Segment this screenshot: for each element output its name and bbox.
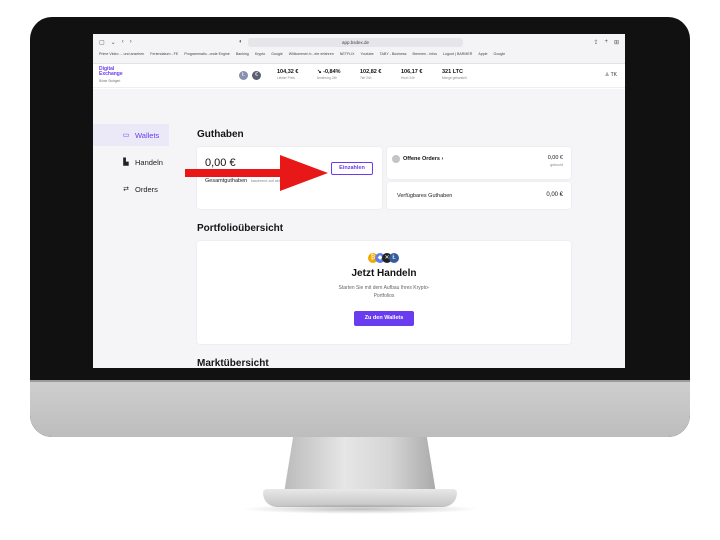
ticker-value: 321 LTC: [442, 69, 463, 75]
ticker-value: 104,32 €: [277, 69, 299, 75]
tabs-overview-icon[interactable]: ⊞: [614, 39, 619, 46]
stage: ▢ ⌄ ‹ › ◐ app.bsdex.de ⇪ + ⊞ Prime Video…: [0, 0, 720, 540]
portfolio-text: Starten Sie mit dem Aufbau Ihres Krypto-…: [197, 284, 571, 300]
bookmark-item[interactable]: Krypto: [255, 52, 265, 56]
stand-shadow: [240, 504, 480, 514]
sidebar-toggle-icon[interactable]: ▢: [99, 39, 105, 46]
guthaben-title: Guthaben: [197, 129, 244, 140]
sidebar-item-orders[interactable]: ⇄ Orders: [93, 178, 169, 200]
sidebar-item-label: Handeln: [135, 157, 163, 167]
bookmark-item[interactable]: Logout | BARMER: [443, 52, 472, 56]
sidebar: ▭ Wallets ▙ Handeln ⇄ Orders: [93, 89, 183, 368]
sidebar-item-label: Orders: [135, 184, 158, 194]
bookmark-item[interactable]: Google: [494, 52, 506, 56]
chart-icon: ▙: [123, 159, 129, 166]
browser-actions: ⇪ + ⊞: [593, 39, 619, 46]
chevron-down-icon[interactable]: ⌄: [111, 39, 116, 46]
to-wallets-button[interactable]: Zu den Wallets: [354, 311, 414, 326]
bookmark-item[interactable]: Programmatic...onde Engine: [184, 52, 230, 56]
open-orders-label: Offene Orders ›: [403, 156, 443, 162]
bookmark-item[interactable]: Apple: [478, 52, 487, 56]
ticker-change: ↘ -0,84% Änderung 24h: [317, 69, 341, 80]
ticker-volume: 321 LTC Menge gehandelt: [442, 69, 467, 80]
ticker-label: Änderung 24h: [317, 76, 338, 80]
ticker-value: 102,82 €: [360, 69, 382, 75]
market-title: Marktübersicht: [197, 358, 269, 368]
portfolio-card: ₿ ◆ ✕ Ł Jetzt Handeln Starten Sie mit de…: [197, 241, 571, 344]
open-orders-value: 0,00 €: [547, 155, 563, 161]
back-icon[interactable]: ‹: [122, 39, 124, 46]
deposit-button[interactable]: Einzahlen: [331, 162, 373, 175]
swap-icon: ⇄: [123, 186, 129, 193]
bookmark-item[interactable]: NETFLIX: [340, 52, 355, 56]
screen: ▢ ⌄ ‹ › ◐ app.bsdex.de ⇪ + ⊞ Prime Video…: [93, 34, 625, 368]
bookmarks-bar: Prime Video ... und ansehen Feriendatum …: [99, 52, 619, 56]
app-body: ▭ Wallets ▙ Handeln ⇄ Orders Guthaben 0,…: [93, 89, 625, 368]
bookmark-item[interactable]: Willkommen b...ete erfahren: [289, 52, 334, 56]
ticker-high: 106,17 € Hoch 24h: [401, 69, 422, 80]
available-label: Verfügbares Guthaben: [397, 193, 453, 199]
app-header: Digital Exchange Börse Stuttgart Ł € 104…: [93, 64, 625, 88]
bookmark-item[interactable]: Feriendatum - FE: [150, 52, 178, 56]
monitor-stand-neck: [284, 437, 436, 493]
ticker-value: 106,17 €: [401, 69, 423, 75]
privacy-shield-icon[interactable]: ◐: [239, 39, 243, 45]
logo-subtitle: Börse Stuttgart: [99, 79, 121, 83]
forward-icon[interactable]: ›: [130, 39, 132, 46]
chevron-right-icon: ›: [441, 156, 444, 162]
ticker-low: 102,82 € Tief 24h: [360, 69, 381, 80]
user-initials: TK: [610, 72, 617, 78]
ticker-label: Tief 24h: [360, 76, 372, 80]
bookmark-item[interactable]: Brennen - Infos: [412, 52, 437, 56]
share-icon[interactable]: ⇪: [593, 39, 598, 46]
bookmark-item[interactable]: Youtube: [361, 52, 374, 56]
new-tab-icon[interactable]: +: [604, 39, 608, 46]
logo[interactable]: Digital Exchange: [99, 67, 123, 77]
address-bar[interactable]: app.bsdex.de: [248, 38, 463, 47]
sidebar-item-label: Wallets: [135, 130, 160, 140]
open-orders-sub: gebucht: [550, 163, 563, 167]
bookmark-item[interactable]: Banking: [236, 52, 249, 56]
open-orders-text: Offene Orders: [403, 156, 440, 162]
red-arrow-annotation: [185, 155, 328, 191]
logo-line-2: Exchange: [99, 71, 123, 77]
monitor-chin: [30, 380, 690, 437]
available-value: 0,00 €: [546, 192, 563, 198]
portfolio-title: Portfolioübersicht: [197, 223, 284, 234]
euro-icon[interactable]: €: [252, 71, 261, 80]
available-balance-card: Verfügbares Guthaben 0,00 €: [387, 182, 571, 209]
open-orders-card[interactable]: Offene Orders › 0,00 € gebucht: [387, 147, 571, 179]
ticker-label: Letzter Preis: [277, 76, 295, 80]
clock-icon: [392, 155, 400, 163]
bookmark-item[interactable]: Prime Video ... und ansehen: [99, 52, 144, 56]
portfolio-headline: Jetzt Handeln: [351, 268, 417, 279]
ticker-label: Menge gehandelt: [442, 76, 467, 80]
crypto-coins-icon: ₿ ◆ ✕ Ł: [368, 253, 400, 263]
monitor-chin-edge: [30, 380, 690, 382]
wallet-icon: ▭: [122, 132, 130, 139]
ticker-last-price: 104,32 € Letzter Preis: [277, 69, 298, 80]
portfolio-text-line-1: Starten Sie mit dem Aufbau Ihres Krypto-: [338, 285, 430, 291]
portfolio-text-line-2: Portfolios: [373, 293, 395, 299]
browser-toolbar: ▢ ⌄ ‹ › ◐ app.bsdex.de ⇪ + ⊞ Prime Video…: [93, 34, 625, 64]
sidebar-item-wallets[interactable]: ▭ Wallets: [93, 124, 169, 146]
address-text: app.bsdex.de: [341, 40, 370, 45]
ticker-label: Hoch 24h: [401, 76, 415, 80]
bookmark-item[interactable]: Google: [271, 52, 283, 56]
user-menu[interactable]: ♙ TK: [605, 72, 617, 78]
browser-nav-icons: ▢ ⌄ ‹ ›: [99, 39, 132, 46]
sidebar-item-handeln[interactable]: ▙ Handeln: [93, 151, 169, 173]
ticker-value: ↘ -0,84%: [317, 69, 341, 75]
litecoin-icon[interactable]: Ł: [239, 71, 248, 80]
bookmark-item[interactable]: TABY - Business: [380, 52, 407, 56]
user-icon: ♙: [604, 72, 610, 78]
